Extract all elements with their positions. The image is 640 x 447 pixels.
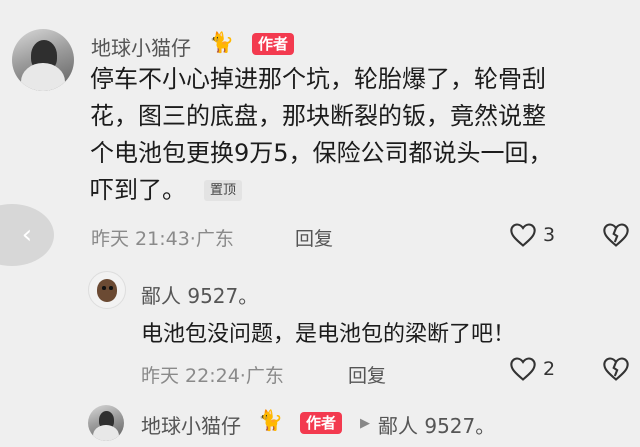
like-button[interactable]: 2	[509, 356, 555, 382]
avatar[interactable]	[12, 29, 74, 91]
comment-line: 花，图三的底盘，那块断裂的钣，竟然说整	[90, 102, 546, 130]
reply-time: 昨天 22:24	[141, 365, 240, 387]
reply-button[interactable]: 回复	[348, 361, 386, 388]
reply-username[interactable]: 鄙人 9527。	[141, 280, 258, 309]
reply-meta: 昨天 22:24·广东	[141, 365, 284, 387]
comment-meta: 昨天 21:43·广东	[91, 228, 234, 250]
comment-location: 广东	[195, 228, 234, 250]
reply-location: 广东	[245, 365, 284, 387]
like-count: 3	[543, 224, 556, 246]
comment-line: 停车不小心掉进那个坑，轮胎爆了，轮骨刮	[90, 65, 546, 93]
like-count: 2	[543, 358, 556, 380]
like-button[interactable]: 3	[509, 222, 555, 248]
cat-icon: 🐈	[258, 408, 283, 432]
back-button[interactable]: ‹	[0, 204, 54, 266]
reply-to-username[interactable]: 鄙人 9527。	[378, 410, 495, 439]
reply-username[interactable]: 地球小猫仔	[141, 410, 241, 439]
reply-button[interactable]: 回复	[295, 224, 333, 251]
dislike-button[interactable]	[602, 222, 630, 252]
dislike-button[interactable]	[602, 356, 630, 386]
comment-line: 吓到了。	[90, 176, 186, 204]
comment-text: 停车不小心掉进那个坑，轮胎爆了，轮骨刮 花，图三的底盘，那块断裂的钣，竟然说整 …	[90, 61, 640, 209]
avatar[interactable]	[88, 271, 126, 309]
chevron-left-icon: ‹	[21, 220, 33, 250]
author-badge: 作者	[300, 412, 343, 434]
broken-heart-icon	[603, 223, 629, 247]
author-badge: 作者	[252, 33, 295, 55]
heart-icon	[510, 357, 536, 381]
cat-icon: 🐈	[209, 30, 234, 54]
pin-badge: 置顶	[204, 180, 243, 201]
comment-time: 昨天 21:43	[91, 228, 190, 250]
broken-heart-icon	[603, 357, 629, 381]
heart-icon	[510, 223, 536, 247]
avatar[interactable]	[88, 405, 124, 441]
comment-line: 个电池包更换9万5，保险公司都说头一回，	[90, 139, 553, 167]
comment-username[interactable]: 地球小猫仔	[91, 32, 191, 61]
reply-arrow-icon: ▶	[360, 416, 370, 431]
reply-text: 电池包没问题，是电池包的梁断了吧！	[141, 322, 516, 347]
